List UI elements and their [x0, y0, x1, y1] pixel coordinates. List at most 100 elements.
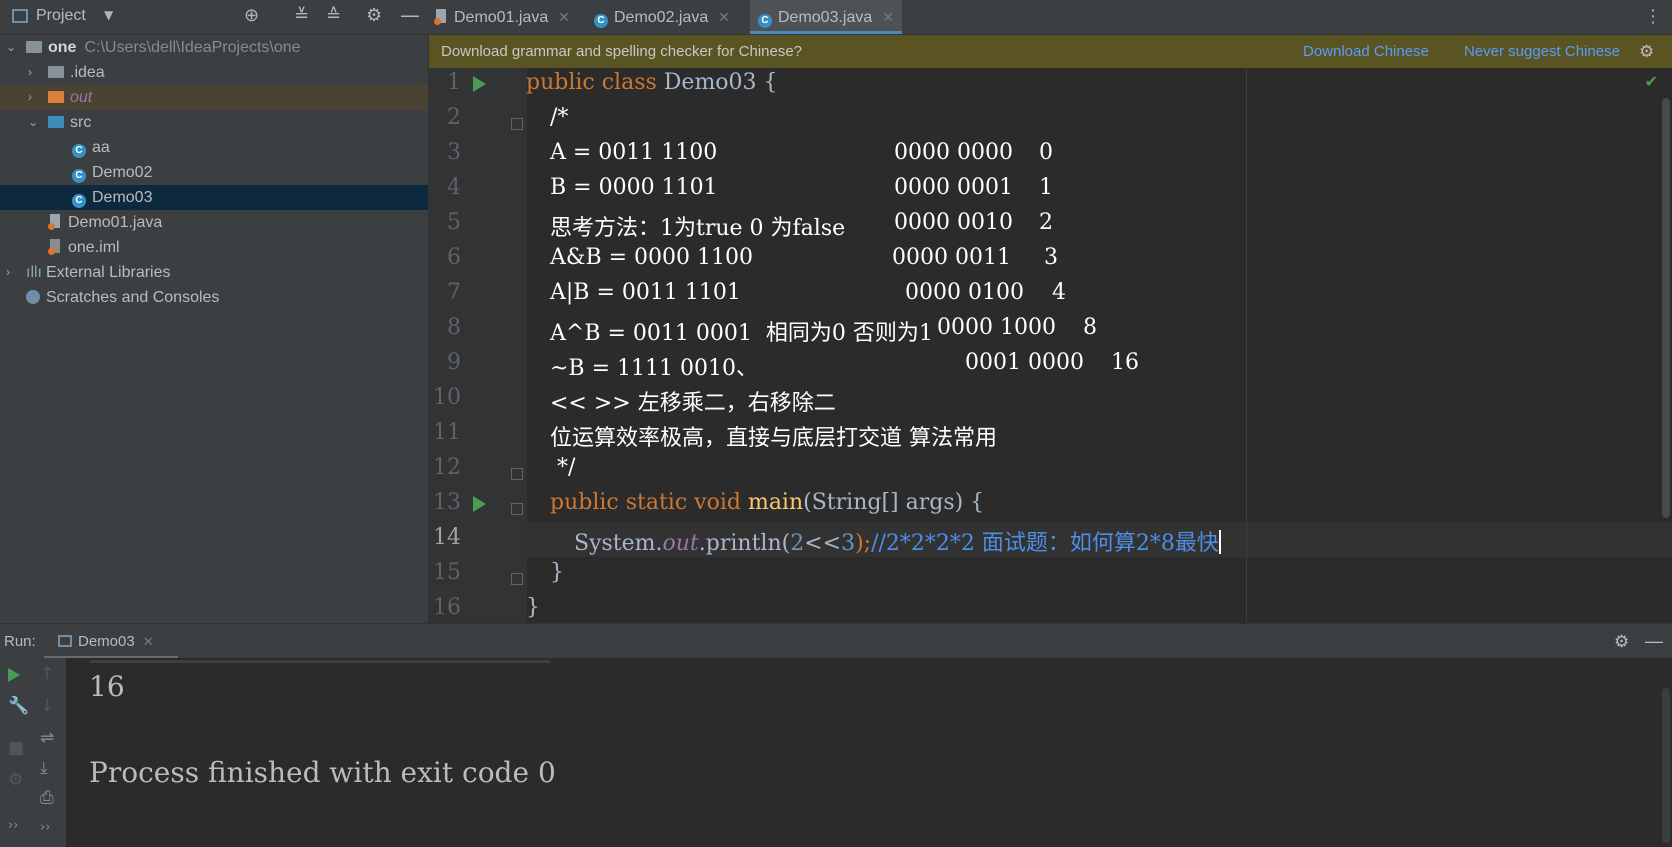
collapse-all-icon[interactable]: ≙: [326, 5, 341, 26]
console-output[interactable]: 16 Process finished with exit code 0: [66, 658, 1672, 847]
tree-item-demo03[interactable]: C Demo03: [0, 185, 428, 210]
fold-icon[interactable]: [511, 468, 523, 480]
arrow-down-icon[interactable]: ↓: [40, 696, 54, 716]
fold-icon[interactable]: [511, 503, 523, 515]
rerun-icon[interactable]: [8, 668, 20, 682]
tree-item-out[interactable]: › out: [0, 85, 428, 110]
wrench-icon[interactable]: 🔧: [8, 696, 29, 716]
tree-item-demo02[interactable]: C Demo02: [0, 160, 428, 185]
project-view-icon: [12, 9, 28, 23]
close-icon[interactable]: ✕: [882, 9, 894, 25]
code-line: /*: [550, 105, 569, 130]
spellcheck-notification: Download grammar and spelling checker fo…: [429, 35, 1672, 68]
soft-wrap-icon[interactable]: ⇌: [40, 728, 54, 748]
print-icon[interactable]: ⎙: [40, 788, 54, 808]
chevron-right-icon[interactable]: ›: [6, 260, 10, 285]
java-file-icon: [434, 9, 446, 25]
line-number: 4: [447, 175, 461, 200]
class-icon: C: [72, 194, 86, 208]
settings-disabled-icon[interactable]: ⚙: [8, 770, 23, 790]
never-suggest-link[interactable]: Never suggest Chinese: [1464, 35, 1620, 68]
code-line-decimal: 3: [1044, 245, 1058, 270]
code-line: A|B = 0011 1101: [550, 280, 741, 305]
text-caret: [1218, 530, 1221, 554]
code-line: 思考方法：1为true 0 为false: [550, 216, 846, 241]
arrow-up-icon[interactable]: ↑: [40, 664, 54, 684]
folder-icon: [26, 41, 42, 53]
expand-all-icon[interactable]: ≚: [294, 5, 309, 26]
tab-demo03[interactable]: C Demo03.java ✕: [750, 0, 902, 34]
tab-label: Demo01.java: [454, 9, 549, 26]
module-file-icon: [48, 239, 60, 255]
code-line-decimal: 2: [1039, 210, 1053, 235]
line-number: 15: [433, 560, 461, 585]
run-toolbar: 🔧 ■ ⚙ ›› ↑ ↓ ⇌ ⤓ ⎙ ››: [0, 658, 66, 847]
tree-item-label: Demo03: [92, 189, 153, 206]
inspection-ok-icon[interactable]: ✔: [1645, 72, 1658, 91]
project-panel-title[interactable]: Project: [36, 7, 86, 25]
tab-demo01[interactable]: Demo01.java ✕: [434, 0, 586, 34]
line-number: 14: [433, 525, 461, 550]
notification-message: Download grammar and spelling checker fo…: [441, 43, 803, 60]
run-class-icon[interactable]: [473, 76, 486, 92]
class-icon: C: [72, 169, 86, 183]
code-line: A^B = 0011 0001 相同为0 否则为1: [550, 321, 933, 346]
gear-icon[interactable]: ⚙: [1614, 624, 1629, 659]
tree-item-label: Demo02: [92, 164, 153, 181]
class-icon: C: [594, 14, 608, 28]
more-options-icon[interactable]: ⋮: [1644, 6, 1662, 27]
download-chinese-link[interactable]: Download Chinese: [1303, 35, 1429, 68]
expand-icon[interactable]: ››: [8, 818, 18, 833]
tab-demo02[interactable]: C Demo02.java ✕: [594, 0, 736, 34]
tree-item-src[interactable]: ⌄ src: [0, 110, 428, 135]
tree-item-root[interactable]: ⌄ one C:\Users\dell\IdeaProjects\one: [0, 35, 428, 60]
code-line: B = 0000 1101: [550, 175, 718, 200]
code-line-binary: 0000 0001: [894, 175, 1013, 200]
tree-item-demo01-java[interactable]: Demo01.java: [0, 210, 428, 235]
minimize-icon[interactable]: —: [400, 3, 420, 27]
minimize-icon[interactable]: —: [1645, 624, 1663, 659]
expand-icon[interactable]: ››: [40, 820, 50, 835]
run-main-icon[interactable]: [473, 496, 486, 512]
fold-icon[interactable]: [511, 573, 523, 585]
chevron-down-icon[interactable]: ⌄: [6, 35, 16, 60]
code-line: << >> 左移乘二，右移除二: [550, 391, 836, 416]
tree-item-scratches[interactable]: Scratches and Consoles: [0, 285, 428, 310]
code-line-decimal: 0: [1039, 140, 1053, 165]
editor-scrollbar[interactable]: [1662, 98, 1670, 518]
console-scrollbar[interactable]: [1662, 688, 1670, 843]
code-line: ~B = 1111 0010、: [550, 356, 758, 381]
close-icon[interactable]: ✕: [718, 9, 730, 25]
tab-label: Demo03.java: [778, 9, 873, 26]
gear-icon[interactable]: ⚙: [366, 5, 382, 26]
run-panel-header: Run: Demo03 ✕ ⚙ —: [0, 623, 1672, 659]
chevron-down-icon[interactable]: ⌄: [28, 110, 38, 135]
tree-item-aa[interactable]: Caa: [0, 135, 428, 160]
close-icon[interactable]: ✕: [558, 9, 570, 25]
code-line-decimal: 1: [1039, 175, 1053, 200]
code-line: A = 0011 1100: [550, 140, 718, 165]
close-icon[interactable]: ✕: [143, 634, 154, 649]
line-number: 10: [433, 385, 461, 410]
locate-icon[interactable]: ⊕: [244, 5, 259, 26]
line-number: 8: [447, 315, 461, 340]
console-icon: [58, 635, 72, 647]
chevron-right-icon[interactable]: ›: [28, 85, 32, 110]
tree-item-one-iml[interactable]: one.iml: [0, 235, 428, 260]
code-editor[interactable]: 1 2 3 4 5 6 7 8 9 10 11 12 13 14 15 16 p…: [429, 68, 1672, 623]
tree-item-external-libraries[interactable]: › ıllı External Libraries: [0, 260, 428, 285]
tree-item-idea[interactable]: › .idea: [0, 60, 428, 85]
code-line-binary: 0000 0011: [892, 245, 1011, 270]
run-tab-demo03[interactable]: Demo03 ✕: [58, 624, 154, 659]
gear-icon[interactable]: ⚙: [1639, 35, 1654, 68]
code-line: */: [550, 455, 576, 480]
stop-icon[interactable]: ■: [8, 738, 24, 758]
scroll-to-end-icon[interactable]: ⤓: [40, 758, 48, 778]
library-icon: ıllı: [26, 264, 42, 281]
console-line: 16: [89, 670, 125, 703]
code-line: A&B = 0000 1100: [550, 245, 754, 270]
fold-icon[interactable]: [511, 118, 523, 130]
chevron-right-icon[interactable]: ›: [28, 60, 32, 85]
chevron-down-icon[interactable]: ▼: [104, 8, 113, 22]
class-icon: C: [72, 144, 86, 158]
